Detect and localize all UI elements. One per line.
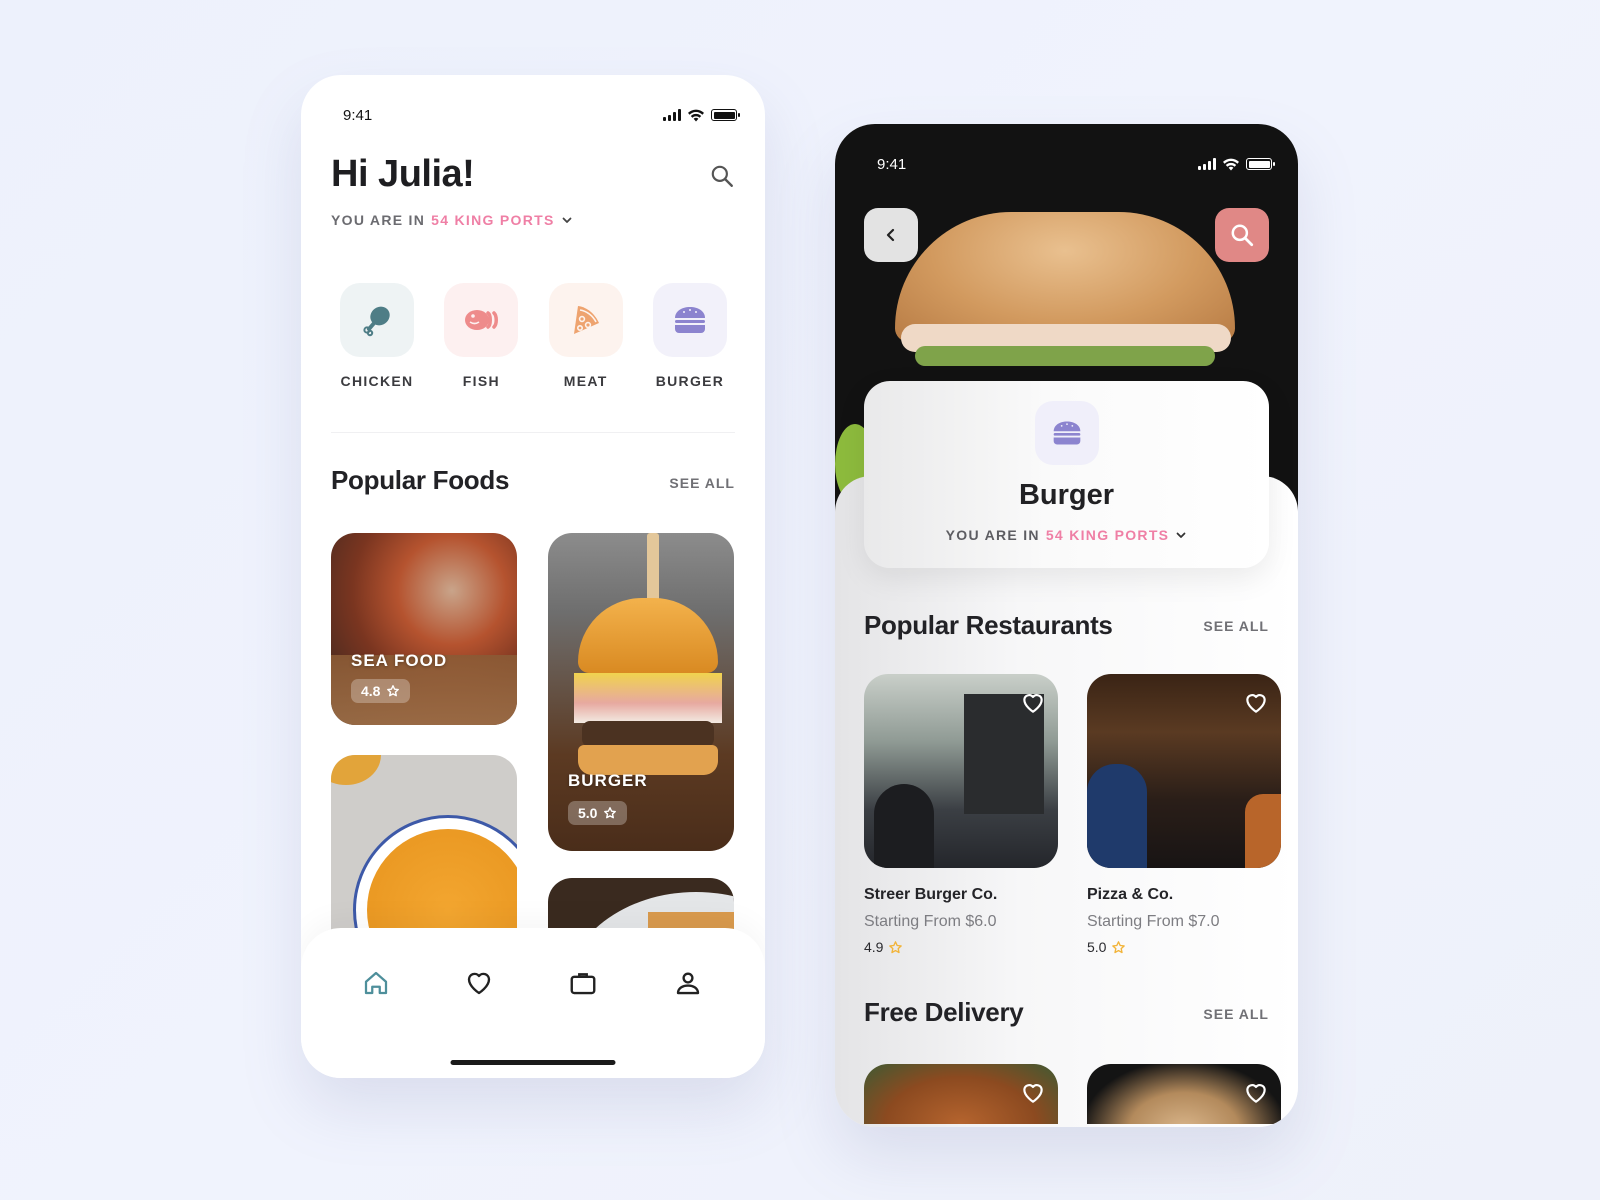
wifi-icon: [688, 109, 704, 121]
chevron-left-icon: [886, 228, 895, 242]
location-place: 54 KING PORTS: [1045, 527, 1170, 543]
category-title: Burger: [1018, 479, 1115, 511]
location-prefix: YOU ARE IN: [331, 212, 426, 228]
restaurant-image[interactable]: [864, 674, 1058, 868]
fish-icon: [465, 310, 499, 330]
restaurant-price: Starting From $7.0: [1087, 913, 1220, 930]
location-place: 54 KING PORTS: [431, 212, 555, 228]
delivery-card[interactable]: [864, 1064, 1058, 1124]
pizza-slice-icon: [573, 306, 599, 334]
battery-icon: [711, 109, 740, 121]
user-icon[interactable]: [673, 968, 703, 998]
rating-pill: 5.0: [568, 801, 628, 825]
star-icon: [889, 940, 903, 953]
restaurant-card[interactable]: Streer Burger Co. Starting From $6.0 4.9: [864, 674, 1058, 955]
bottom-tab-bar: [301, 928, 765, 1078]
chevron-down-icon: [562, 217, 572, 223]
status-bar: 9:41: [343, 105, 740, 125]
favorite-heart-icon[interactable]: [1020, 1080, 1046, 1106]
category-label: CHICKEN: [340, 373, 414, 389]
rating-value: 5.0: [578, 805, 598, 821]
category-burger[interactable]: BURGER: [644, 283, 736, 389]
wifi-icon: [1223, 158, 1239, 170]
category-list: CHICKEN FISH MEAT BURGER: [331, 283, 736, 389]
popular-foods-see-all[interactable]: SEE ALL: [669, 475, 735, 491]
status-bar: 9:41: [877, 154, 1275, 174]
favorite-heart-icon[interactable]: [1020, 690, 1046, 716]
section-divider: [331, 432, 735, 433]
heart-icon[interactable]: [464, 968, 494, 998]
burger-icon: [674, 307, 705, 333]
location-selector[interactable]: YOU ARE IN 54 KING PORTS: [864, 527, 1269, 543]
restaurant-price: Starting From $6.0: [864, 913, 997, 930]
restaurant-card[interactable]: Pizza & Co. Starting From $7.0 5.0: [1087, 674, 1281, 955]
home-icon[interactable]: [361, 968, 391, 998]
food-image: [647, 533, 659, 603]
greeting-title: Hi Julia!: [331, 153, 475, 195]
category-screen: 9:41 Burger YOU ARE IN 54 KING PORTS Pop…: [835, 124, 1298, 1127]
location-selector[interactable]: YOU ARE IN 54 KING PORTS: [331, 212, 573, 228]
favorite-heart-icon[interactable]: [1243, 690, 1269, 716]
star-icon: [387, 685, 400, 697]
status-time: 9:41: [877, 155, 907, 173]
battery-icon: [1246, 158, 1275, 170]
category-meat[interactable]: MEAT: [540, 283, 632, 389]
rating-value: 4.8: [361, 683, 381, 699]
rating-pill: 4.8: [351, 679, 411, 703]
home-screen: 9:41 Hi Julia! YOU ARE IN 54 KING PORTS …: [301, 75, 765, 1078]
popular-restaurants-see-all[interactable]: SEE ALL: [1203, 618, 1269, 634]
food-image: [331, 755, 381, 785]
restaurant-name: Pizza & Co.: [1087, 886, 1174, 903]
delivery-card[interactable]: [1087, 1064, 1281, 1124]
category-icon-tile: [1035, 401, 1099, 465]
restaurant-rating: 5.0: [1087, 939, 1281, 955]
category-chicken[interactable]: CHICKEN: [331, 283, 423, 389]
rating-value: 4.9: [864, 939, 884, 955]
search-icon: [1231, 224, 1254, 247]
star-icon: [604, 807, 617, 819]
chevron-down-icon: [1176, 532, 1186, 538]
signal-icon: [1198, 158, 1216, 170]
rating-value: 5.0: [1087, 939, 1107, 955]
category-info-card: Burger YOU ARE IN 54 KING PORTS: [864, 381, 1269, 568]
food-card-burger[interactable]: BURGER 5.0: [548, 533, 734, 851]
food-card-soup[interactable]: [331, 755, 517, 955]
popular-foods-title: Popular Foods: [331, 465, 510, 495]
food-card-sea-food[interactable]: SEA FOOD 4.8: [331, 533, 517, 725]
search-icon[interactable]: [709, 163, 735, 189]
food-name: SEA FOOD: [351, 651, 448, 670]
restaurant-rating: 4.9: [864, 939, 1058, 955]
back-button[interactable]: [864, 208, 918, 262]
restaurant-image[interactable]: [1087, 674, 1281, 868]
category-fish[interactable]: FISH: [435, 283, 527, 389]
category-label: FISH: [462, 373, 500, 389]
free-delivery-see-all[interactable]: SEE ALL: [1203, 1006, 1269, 1022]
signal-icon: [663, 109, 681, 121]
category-label: MEAT: [563, 373, 608, 389]
category-label: BURGER: [655, 373, 725, 389]
status-time: 9:41: [343, 106, 373, 124]
location-prefix: YOU ARE IN: [945, 527, 1040, 543]
search-button[interactable]: [1215, 208, 1269, 262]
food-name: BURGER: [568, 771, 648, 790]
burger-bun: [895, 212, 1235, 342]
popular-restaurants-title: Popular Restaurants: [864, 610, 1113, 640]
restaurant-name: Streer Burger Co.: [864, 886, 998, 903]
home-indicator: [450, 1060, 616, 1065]
favorite-heart-icon[interactable]: [1243, 1080, 1269, 1106]
burger-icon: [1053, 421, 1081, 445]
chicken-leg-icon: [363, 306, 390, 337]
briefcase-icon[interactable]: [568, 968, 598, 998]
free-delivery-title: Free Delivery: [864, 997, 1024, 1027]
star-icon: [1112, 940, 1126, 953]
